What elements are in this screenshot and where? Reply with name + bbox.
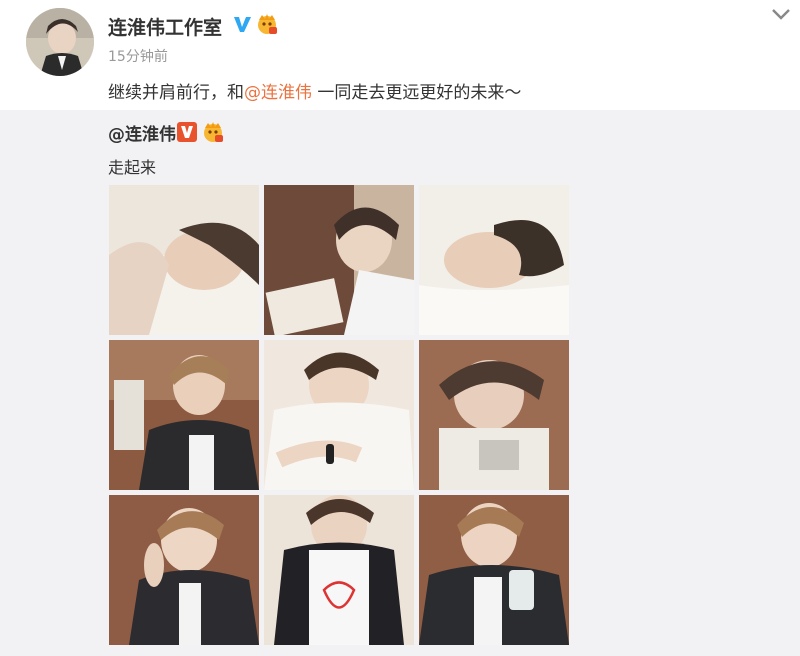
verified-v-icon [234,17,251,32]
photo-2[interactable] [264,185,414,335]
photo-grid [109,185,569,645]
post-timestamp: 15分钟前 [108,49,168,65]
avatar[interactable] [26,8,94,76]
verified-red-v-icon [177,122,197,142]
author-name[interactable]: 连淮伟工作室 [108,13,222,40]
repost-card: @连淮伟 走起来 [0,110,800,656]
photo-5[interactable] [264,340,414,490]
member-level-icon[interactable] [202,121,224,143]
post-text-lead: 继续并肩前行，和 [108,83,244,103]
photo-3[interactable] [419,185,569,335]
post-header: 连淮伟工作室 15分钟前 继续并肩前行，和@连淮伟 一同走去更远更好的未来～ [0,0,800,110]
mention-link[interactable]: @连淮伟 [244,83,312,103]
photo-7[interactable] [109,495,259,645]
post-text: 继续并肩前行，和@连淮伟 一同走去更远更好的未来～ [108,78,521,103]
original-author[interactable]: @连淮伟 [108,120,176,145]
photo-6[interactable] [419,340,569,490]
member-level-icon[interactable] [256,13,278,35]
photo-8[interactable] [264,495,414,645]
post-text-tail: 一同走去更远更好的未来～ [312,83,522,103]
photo-4[interactable] [109,340,259,490]
photo-1[interactable] [109,185,259,335]
chevron-down-icon[interactable] [770,6,792,22]
photo-9[interactable] [419,495,569,645]
original-post-text: 走起来 [108,158,157,177]
